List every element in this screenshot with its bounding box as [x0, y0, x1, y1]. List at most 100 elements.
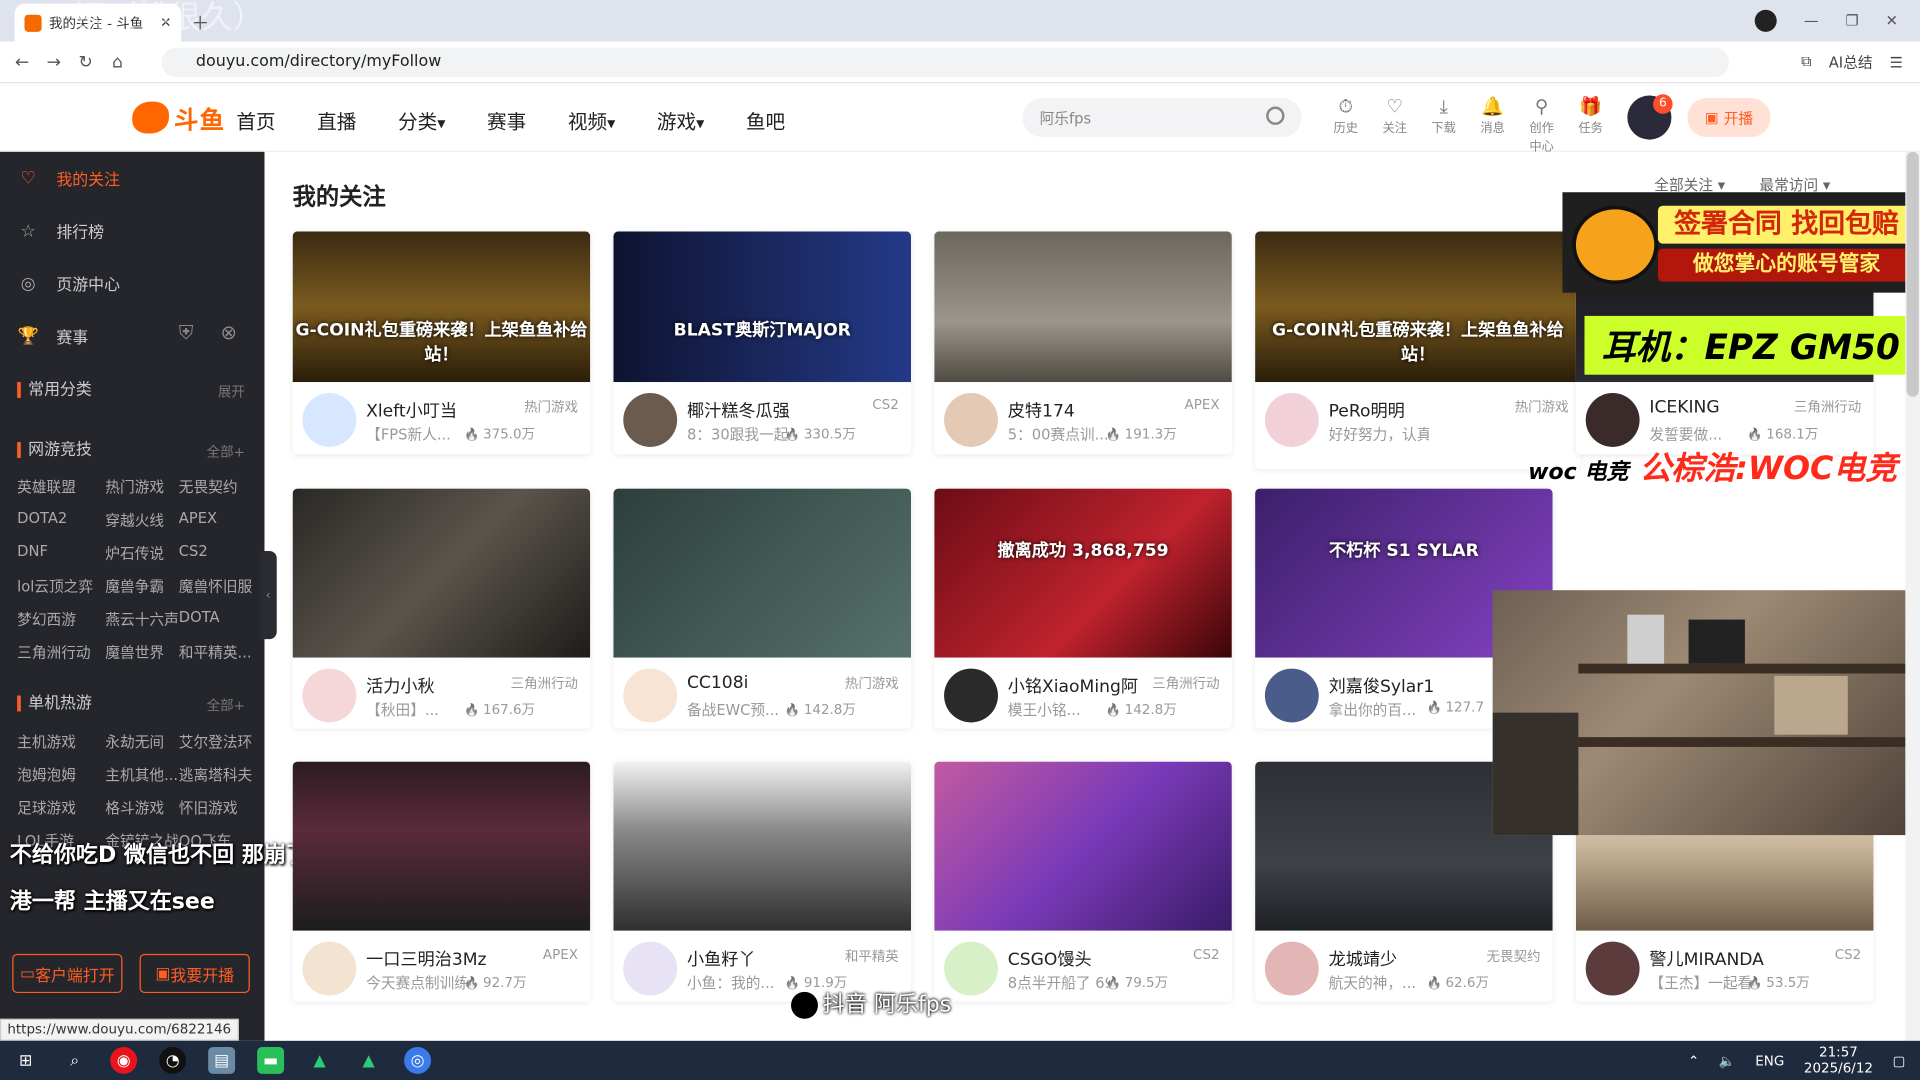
nav-games[interactable]: 游戏▾: [657, 105, 704, 134]
room-thumbnail[interactable]: [934, 761, 1232, 931]
game-launcher-icon[interactable]: ▲: [306, 1047, 333, 1074]
sidebar-category-item[interactable]: lol云顶之弈: [17, 576, 93, 597]
sidebar-collapse-button[interactable]: ‹: [259, 551, 277, 640]
streamer-avatar[interactable]: [302, 941, 357, 996]
streamer-avatar[interactable]: [623, 668, 678, 723]
sidebar-category-item[interactable]: 梦幻西游: [17, 609, 76, 630]
room-card[interactable]: CC108i 热门游戏备战EWC预... 142.8万: [613, 488, 912, 729]
streamer-name[interactable]: 小鱼籽丫: [687, 947, 756, 971]
tray-arrow-icon[interactable]: ⌃: [1688, 1052, 1699, 1068]
sidebar-item-events[interactable]: 🏆 赛事: [17, 324, 88, 347]
sidebar-category-item[interactable]: 艾尔登法环: [179, 731, 252, 752]
search-icon[interactable]: [1266, 106, 1285, 125]
header-icon-2[interactable]: ⤓ 下载: [1428, 96, 1460, 155]
sidebar-category-item[interactable]: 泡姆泡姆: [17, 764, 76, 785]
sidebar-category-item[interactable]: 逃离塔科夫: [179, 764, 252, 785]
room-thumbnail[interactable]: [292, 488, 591, 658]
room-thumbnail[interactable]: [292, 761, 591, 931]
sidebar-category-item[interactable]: 格斗游戏: [105, 797, 164, 818]
language-indicator[interactable]: ENG: [1755, 1052, 1784, 1068]
game-launcher-icon[interactable]: ▲: [355, 1047, 382, 1074]
reload-icon[interactable]: ↻: [76, 53, 96, 73]
minimize-icon[interactable]: —: [1804, 12, 1819, 29]
extensions-icon[interactable]: ⧉: [1801, 53, 1812, 71]
streamer-name[interactable]: 椰汁糕冬瓜强: [687, 398, 790, 422]
forward-icon[interactable]: →: [44, 53, 64, 73]
header-icon-5[interactable]: 🎁 任务: [1575, 96, 1607, 155]
menu-icon[interactable]: ☰: [1890, 53, 1903, 70]
streamer-avatar[interactable]: [623, 393, 678, 447]
search-input[interactable]: 阿乐fps: [1022, 97, 1302, 138]
nav-category[interactable]: 分类▾: [398, 105, 445, 134]
streamer-avatar[interactable]: [302, 393, 357, 447]
sidebar-category-item[interactable]: DOTA2: [17, 509, 67, 526]
sidebar-category-item[interactable]: DNF: [17, 542, 48, 559]
streamer-name[interactable]: CSGO馒头: [1008, 947, 1092, 971]
browser-icon[interactable]: ◎: [404, 1046, 432, 1074]
sidebar-category-item[interactable]: 魔兽怀旧服: [179, 576, 252, 597]
room-card[interactable]: BLAST奥斯汀MAJOR 椰汁糕冬瓜强 CS2 8：30跟我一起...330.5万: [613, 231, 912, 455]
sidebar-item-game-center[interactable]: ◎ 页游中心: [17, 272, 120, 295]
sidebar-category-item[interactable]: 三角洲行动: [17, 642, 90, 663]
nav-live[interactable]: 直播: [317, 105, 356, 134]
streamer-avatar[interactable]: [1264, 941, 1319, 996]
room-card[interactable]: 活力小秋 三角洲行动【秋田】... 167.6万: [292, 488, 591, 729]
streamer-name[interactable]: 小铭XiaoMing阿: [1008, 673, 1138, 697]
sidebar-category-item[interactable]: 无畏契约: [179, 476, 238, 497]
profile-icon[interactable]: [1754, 9, 1777, 32]
header-icon-0[interactable]: ⏱ 历史: [1330, 96, 1362, 155]
streamer-name[interactable]: 刘嘉俊Sylar1: [1329, 673, 1435, 697]
streamer-name[interactable]: 活力小秋: [366, 673, 435, 697]
sidebar-category-item[interactable]: 怀旧游戏: [179, 797, 238, 818]
streamer-name[interactable]: 一口三明治3Mz: [366, 947, 486, 971]
app-icon[interactable]: ▤: [208, 1046, 236, 1074]
sidebar-item-ranking[interactable]: ☆ 排行榜: [17, 219, 104, 242]
room-thumbnail[interactable]: G-COIN礼包重磅来袭！上架鱼鱼补给站！: [1255, 231, 1581, 383]
streamer-avatar[interactable]: [944, 393, 998, 447]
sidebar-item-follow[interactable]: ♡ 我的关注: [17, 167, 120, 189]
sidebar-category-item[interactable]: 炉石传说: [105, 542, 164, 563]
sidebar-category-item[interactable]: 永劫无间: [105, 731, 164, 752]
room-thumbnail[interactable]: [934, 231, 1232, 383]
go-live-button[interactable]: ▣ 我要开播: [139, 953, 250, 994]
sidebar-category-item[interactable]: 魔兽世界: [105, 642, 164, 663]
room-thumbnail[interactable]: BLAST奥斯汀MAJOR: [613, 231, 912, 383]
streamer-avatar[interactable]: [623, 941, 678, 996]
streamer-name[interactable]: 皮特174: [1008, 398, 1075, 422]
room-thumbnail[interactable]: G-COIN礼包重磅来袭！上架鱼鱼补给站！: [292, 231, 591, 383]
room-thumbnail[interactable]: 撤离成功 3,868,759: [934, 488, 1232, 658]
obs-icon[interactable]: ◔: [159, 1046, 187, 1074]
lol-icon[interactable]: ⛨: [179, 321, 194, 345]
douyu-logo[interactable]: 斗鱼: [132, 100, 225, 134]
sidebar-category-item[interactable]: APEX: [179, 509, 217, 526]
streamer-avatar[interactable]: [1264, 668, 1319, 723]
room-card[interactable]: G-COIN礼包重磅来袭！上架鱼鱼补给站！ PeRo明明 热门游戏好好努力，认真训练…: [1255, 231, 1581, 469]
room-card[interactable]: 小鱼籽丫和平精英小鱼：我的...91.9万: [613, 761, 912, 1002]
clock[interactable]: 21:57 2025/6/12: [1804, 1044, 1873, 1076]
streamer-avatar[interactable]: [944, 668, 998, 723]
close-window-icon[interactable]: ✕: [1886, 12, 1898, 29]
url-input[interactable]: douyu.com/directory/myFollow: [161, 47, 1729, 78]
streamer-avatar[interactable]: [1585, 941, 1640, 996]
room-thumbnail[interactable]: [613, 488, 912, 658]
volume-icon[interactable]: 🔈: [1719, 1052, 1736, 1068]
streamer-name[interactable]: PeRo明明: [1329, 398, 1405, 422]
sidebar-category-item[interactable]: 穿越火线: [105, 509, 164, 530]
sidebar-category-item[interactable]: 热门游戏: [105, 476, 164, 497]
online-all-link[interactable]: 全部+: [207, 442, 245, 462]
dota-icon[interactable]: ⊗: [220, 321, 236, 344]
room-card[interactable]: G-COIN礼包重磅来袭！上架鱼鱼补给站！ Xleft小叮当 热门游戏 【FPS新人.…: [292, 231, 591, 455]
ai-summary-button[interactable]: AI总结: [1829, 51, 1873, 72]
back-icon[interactable]: ←: [12, 53, 32, 73]
room-card[interactable]: CSGO馒头 CS2 8点半开船了 695...79.5万: [934, 761, 1232, 1002]
sidebar-category-item[interactable]: 燕云十六声: [105, 609, 178, 630]
search-icon[interactable]: ⌕: [61, 1047, 88, 1074]
nav-video[interactable]: 视频▾: [568, 105, 615, 134]
streamer-avatar[interactable]: [944, 941, 998, 996]
client-open-button[interactable]: ▭ 客户端打开: [12, 953, 123, 994]
streamer-name[interactable]: 警儿MIRANDA: [1649, 947, 1764, 971]
sidebar-category-item[interactable]: 魔兽争霸: [105, 576, 164, 597]
sidebar-category-item[interactable]: 英雄联盟: [17, 476, 76, 497]
header-icon-1[interactable]: ♡ 关注: [1379, 96, 1411, 155]
room-card[interactable]: 皮特174 APEX 5：00赛点训...191.3万: [934, 231, 1232, 455]
